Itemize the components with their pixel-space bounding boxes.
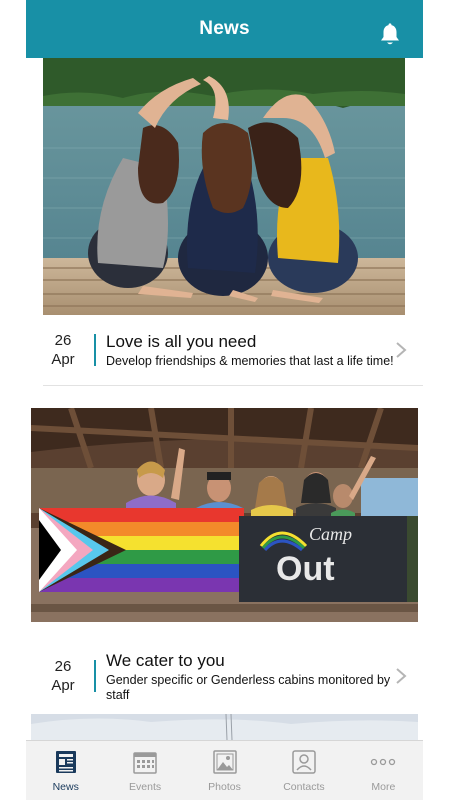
page-title: News — [199, 18, 250, 39]
news-date-day: 26 — [54, 331, 72, 349]
news-photo-group-flags[interactable]: Camp Out — [31, 408, 418, 622]
news-photo-sky[interactable] — [31, 714, 418, 740]
calendar-icon — [132, 749, 158, 775]
tab-label: More — [371, 781, 396, 793]
banner-text-line1: Camp — [309, 524, 352, 544]
tab-label: Photos — [208, 781, 241, 793]
contact-card-icon — [291, 749, 317, 775]
chevron-right-icon — [395, 341, 407, 359]
news-item[interactable]: 26 Apr We cater to you Gender specific o… — [43, 640, 423, 712]
more-dots-icon — [370, 749, 396, 775]
news-feed[interactable]: 26 Apr Love is all you need Develop frie… — [26, 58, 423, 740]
photo-icon — [212, 749, 238, 775]
news-description: Gender specific or Genderless cabins mon… — [106, 672, 391, 702]
news-screen: News 26 Apr Love is all you need Develop… — [0, 0, 450, 800]
accent-divider — [94, 660, 96, 692]
news-title: Love is all you need — [106, 331, 257, 351]
tab-label: Contacts — [283, 781, 325, 793]
news-date: 26 Apr — [43, 657, 83, 695]
news-date-month: Apr — [51, 350, 75, 368]
news-item[interactable]: 26 Apr Love is all you need Develop frie… — [43, 314, 423, 386]
tab-more[interactable]: More — [344, 741, 423, 800]
news-photo-friends-dock[interactable] — [43, 58, 405, 315]
news-description: Develop friendships & memories that last… — [106, 353, 394, 368]
tab-contacts[interactable]: Contacts — [264, 741, 343, 800]
chevron-right-icon — [395, 667, 407, 685]
news-title: We cater to you — [106, 650, 225, 670]
tab-events[interactable]: Events — [105, 741, 184, 800]
header-bar: News — [26, 0, 423, 58]
news-date-day: 26 — [54, 658, 72, 675]
tab-bar: News Events Photos Contacts More — [26, 740, 423, 800]
newspaper-icon — [53, 749, 79, 775]
tab-news[interactable]: News — [26, 741, 105, 800]
banner-text-line2: Out — [276, 550, 335, 588]
news-date-month: Apr — [51, 677, 75, 694]
tab-label: Events — [129, 781, 162, 793]
tab-photos[interactable]: Photos — [185, 741, 264, 800]
news-date: 26 Apr — [43, 331, 83, 369]
tab-label: News — [52, 781, 79, 793]
accent-divider — [94, 333, 96, 366]
bell-icon[interactable] — [379, 23, 401, 47]
